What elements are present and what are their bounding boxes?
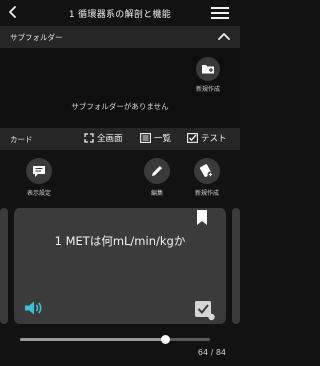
previous-card-peek[interactable] — [0, 208, 8, 324]
pencil-icon — [152, 166, 162, 176]
card-section-label: カード — [10, 135, 33, 144]
display-settings-label: 表示設定 — [26, 190, 51, 197]
hamburger-icon[interactable] — [211, 5, 229, 19]
chat-lines-icon — [33, 166, 45, 177]
check-icon — [195, 301, 215, 321]
card-question: 1 METは何mL/min/kgか — [54, 234, 186, 248]
fullscreen-label: 全画面 — [97, 134, 123, 144]
empty-subfolder-message: サブフォルダーがありません — [71, 102, 169, 111]
check-button[interactable] — [194, 300, 215, 321]
checkbox-icon — [187, 133, 198, 143]
new-card-label: 新規作成 — [194, 190, 219, 197]
list-label: 一覧 — [154, 134, 172, 144]
chevron-left-icon[interactable] — [6, 5, 20, 19]
new-folder-label: 新規作成 — [195, 86, 220, 93]
progress-fill — [20, 338, 165, 341]
test-label: テスト — [201, 134, 227, 144]
list-icon — [140, 133, 151, 143]
edit-label: 編集 — [150, 190, 163, 197]
list-button[interactable]: 一覧 — [140, 132, 171, 144]
folder-plus-icon — [202, 65, 214, 74]
new-folder-button[interactable] — [196, 57, 220, 81]
display-settings-button[interactable] — [26, 158, 52, 184]
slider-thumb[interactable] — [160, 335, 170, 344]
next-card-peek[interactable] — [232, 208, 240, 324]
test-button[interactable]: テスト — [187, 132, 227, 144]
edit-button[interactable] — [144, 158, 170, 184]
bookmark-icon[interactable] — [196, 210, 208, 226]
card-plus-icon — [199, 164, 214, 178]
page-title: 1 循環器系の解剖と機能 — [68, 10, 172, 20]
speaker-icon[interactable] — [24, 300, 44, 316]
chevron-up-icon[interactable] — [218, 31, 230, 41]
app-header: 1 循環器系の解剖と機能 — [0, 0, 240, 26]
new-card-button[interactable] — [194, 158, 220, 184]
subfolder-label: サブフォルダー — [10, 33, 63, 42]
page-counter: 64 / 84 — [197, 348, 226, 357]
fullscreen-button[interactable]: 全画面 — [84, 132, 123, 144]
subfolder-bar[interactable]: サブフォルダー — [0, 26, 240, 48]
expand-icon — [84, 133, 94, 143]
progress-slider[interactable] — [20, 335, 210, 344]
flashcard[interactable] — [14, 208, 226, 324]
